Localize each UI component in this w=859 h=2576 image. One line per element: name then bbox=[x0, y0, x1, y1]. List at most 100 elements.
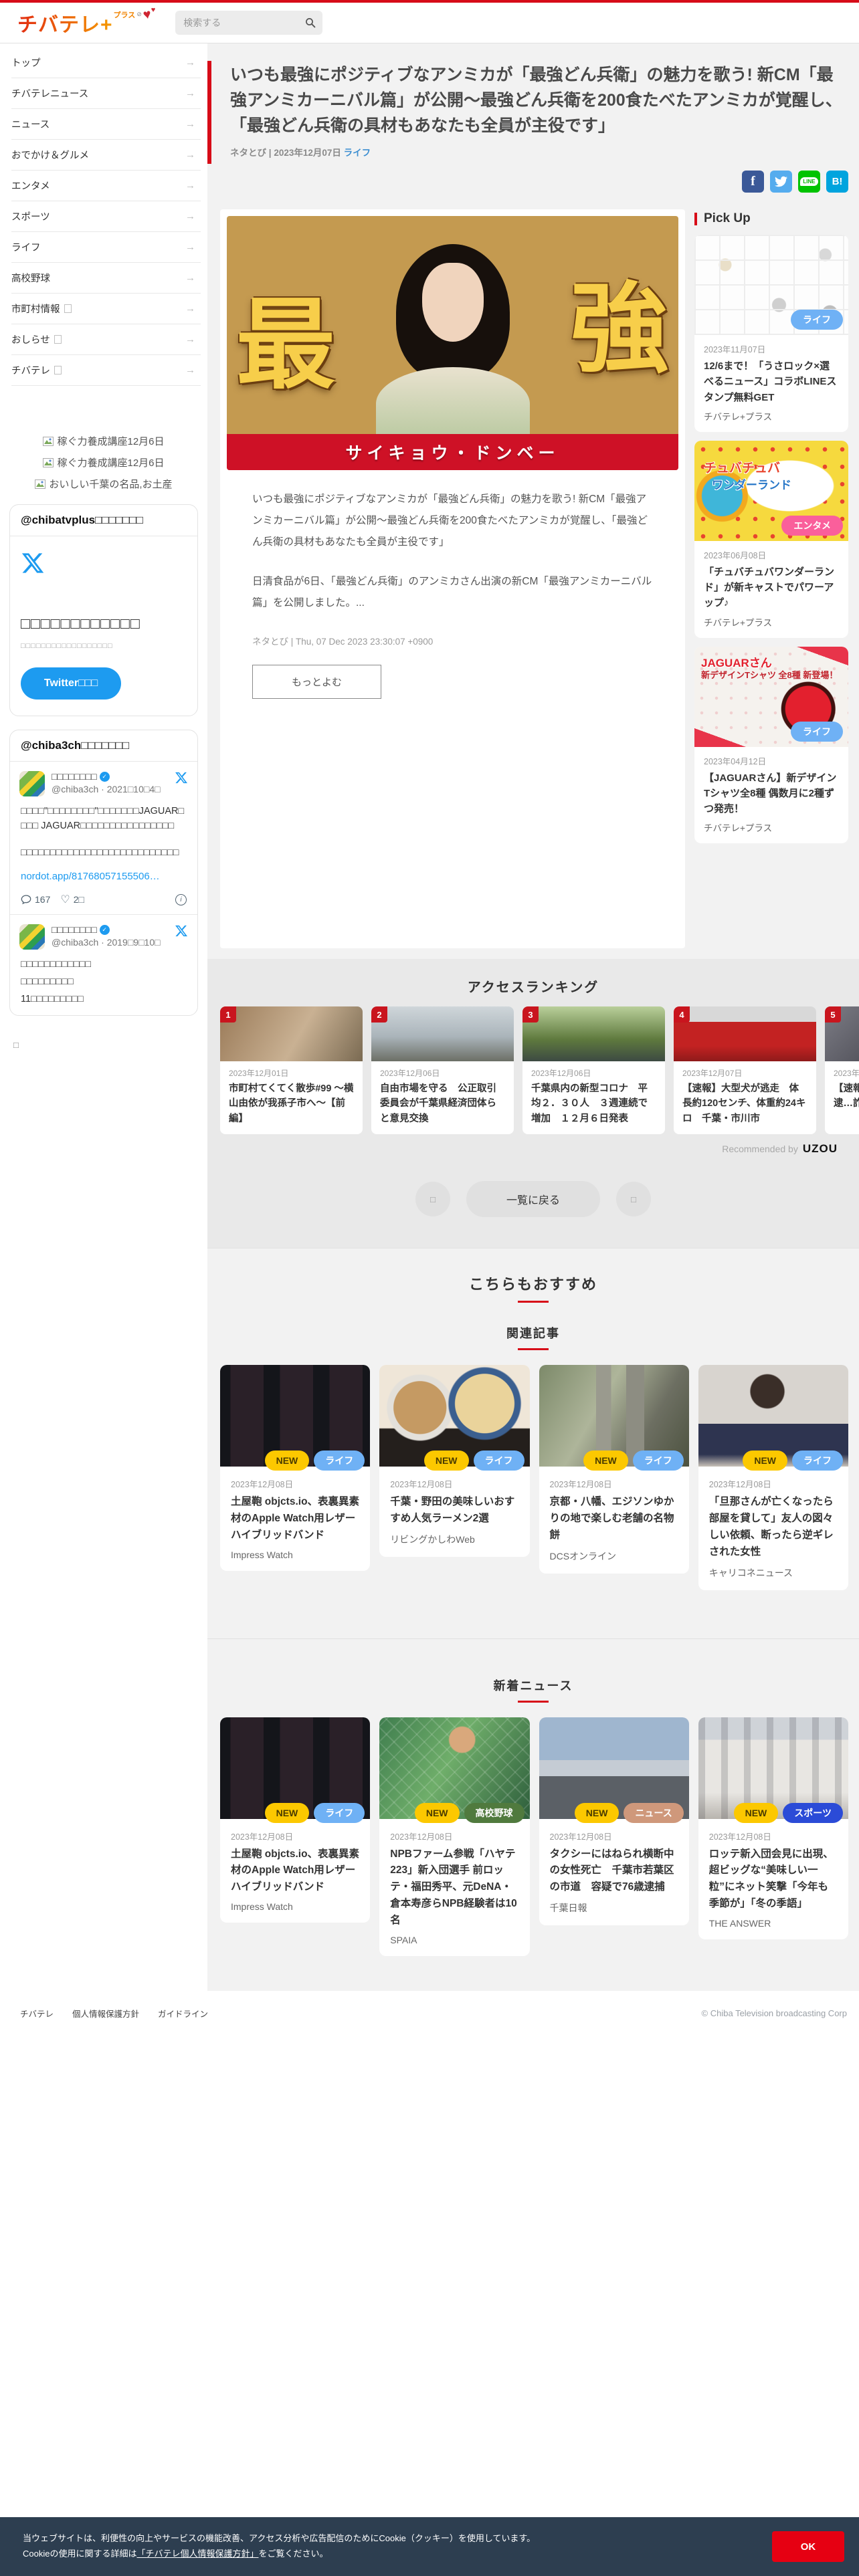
related-card[interactable]: NEW ライフ 2023年12月08日 京都・八幡、エジソンゆかりの地で楽しむ老舗… bbox=[539, 1365, 689, 1574]
category-badge: ニュース bbox=[624, 1802, 684, 1823]
hero-kanji-right: 強 bbox=[570, 276, 669, 385]
category-badge: ライフ bbox=[791, 310, 843, 330]
uzou-logo[interactable]: UZOU bbox=[803, 1142, 838, 1156]
sidebar-item-municipality-info[interactable]: 市町村情報 → bbox=[11, 294, 201, 324]
chevron-right-icon: → bbox=[185, 211, 195, 222]
search-input[interactable] bbox=[183, 17, 306, 28]
pager-next-button[interactable]: □ bbox=[616, 1182, 651, 1217]
byline-category-link[interactable]: ライフ bbox=[344, 148, 371, 158]
search-icon[interactable] bbox=[305, 17, 316, 28]
sidebar-item-highschool-baseball[interactable]: 高校野球 → bbox=[11, 263, 201, 294]
line-icon: LINE bbox=[800, 177, 818, 186]
pickup-image-jaguar-tshirt: JAGUARさん 新デザインTシャツ 全8種 新登場！ ライフ bbox=[694, 646, 848, 747]
like-icon[interactable]: ♡ bbox=[60, 893, 70, 906]
related-image-stone-monument: NEW ライフ bbox=[539, 1365, 689, 1471]
tweet[interactable]: □□□□□□□□ ✓ @chiba3ch · 2021□10□4□ □□□□"□□… bbox=[10, 762, 197, 916]
tweet-meta: @chiba3ch · 2021□10□4□ bbox=[52, 784, 161, 794]
sidebar-item-top[interactable]: トップ → bbox=[11, 47, 201, 78]
cookie-consent-bar: 当ウェブサイトは、利便性の向上やサービスの機能改善、アクセス分析や広告配信のため… bbox=[0, 2517, 859, 2576]
reply-icon[interactable] bbox=[21, 894, 31, 905]
cookie-ok-button[interactable]: OK bbox=[772, 2531, 844, 2562]
twitter-widget-heading: □□□□□□□□□□□□ bbox=[21, 615, 140, 632]
access-ranking-section: アクセスランキング 1 2023年12月01日 市町村てくてく散歩#99 ～横山… bbox=[207, 959, 859, 1249]
card-date: 2023年12月08日 bbox=[708, 1832, 771, 1842]
card-source: Impress Watch bbox=[231, 1901, 293, 1912]
footer-link-chibatele[interactable]: チバテレ bbox=[20, 2007, 54, 2020]
related-image-apple-watch: NEW ライフ bbox=[220, 1365, 371, 1471]
ranking-card[interactable]: 2 2023年12月06日 自由市場を守る 公正取引委員会が千葉県経済団体らと意… bbox=[371, 1006, 514, 1135]
sidebar-item-entame[interactable]: エンタメ → bbox=[11, 171, 201, 201]
category-badge: 高校野球 bbox=[464, 1802, 524, 1823]
related-card[interactable]: NEW ライフ 2023年12月08日 土屋鞄 objcts.io、表裏異素材のA… bbox=[220, 1365, 371, 1571]
card-title: 土屋鞄 objcts.io、表裏異素材のApple Watch用レザーハイブリッ… bbox=[231, 1496, 360, 1541]
news-card[interactable]: NEW 高校野球 2023年12月08日 NPBファーム参戦「ハヤテ223」新入団… bbox=[379, 1717, 530, 1956]
pickup-card[interactable]: JAGUARさん 新デザインTシャツ 全8種 新登場！ ライフ 2023年04月… bbox=[694, 646, 848, 844]
x-logo-icon[interactable] bbox=[175, 771, 188, 784]
red-underline bbox=[518, 1348, 549, 1351]
banner-link[interactable]: 稼ぐ力養成講座12月6日 bbox=[0, 455, 207, 469]
x-logo-icon[interactable] bbox=[175, 924, 188, 938]
info-icon[interactable]: i bbox=[175, 893, 187, 905]
article-hero-image: 最 強 サイキョウ・ドンベー bbox=[227, 216, 678, 470]
tweet-link[interactable]: nordot.app/81768057155506… bbox=[21, 871, 187, 882]
cookie-privacy-link[interactable]: 「チバテレ個人情報保護方針」 bbox=[136, 2549, 258, 2559]
tweet-text: □□□□□□□□□□□□ bbox=[21, 959, 92, 970]
tweet[interactable]: □□□□□□□□ ✓ @chiba3ch · 2019□9□10□ □□□□□□□… bbox=[10, 915, 197, 1014]
banner-link[interactable]: 稼ぐ力養成講座12月6日 bbox=[0, 434, 207, 448]
sidebar-item-odekake-gourmet[interactable]: おでかけ＆グルメ → bbox=[11, 140, 201, 171]
banner-link[interactable]: おいしい千葉の名品,お土産 bbox=[0, 477, 207, 491]
sidebar-item-oshirase[interactable]: おしらせ → bbox=[11, 324, 201, 355]
new-badge: NEW bbox=[574, 1802, 619, 1823]
hatena-share-button[interactable]: B! bbox=[826, 171, 848, 193]
news-card[interactable]: NEW ライフ 2023年12月08日 土屋鞄 objcts.io、表裏異素材のA… bbox=[220, 1717, 371, 1923]
news-card[interactable]: NEW スポーツ 2023年12月08日 ロッテ新入団会見に出現、超ビッグな“美味… bbox=[698, 1717, 848, 1939]
pickup-title: Pick Up bbox=[704, 211, 751, 225]
sidebar-item-life[interactable]: ライフ → bbox=[11, 232, 201, 263]
footer-link-guideline[interactable]: ガイドライン bbox=[158, 2007, 208, 2020]
sidebar-item-chibatele[interactable]: チバテレ → bbox=[11, 355, 201, 386]
ranking-card[interactable]: 4 2023年12月07日 【速報】大型犬が逃走 体長約120センチ、体重約24… bbox=[674, 1006, 816, 1135]
ranking-card[interactable]: 5 2023年12月06日 【速報】千葉…社の職員を逮…詐取容疑、工… bbox=[825, 1006, 859, 1135]
avatar bbox=[19, 771, 45, 796]
card-date: 2023年12月08日 bbox=[390, 1832, 453, 1842]
new-news-row: NEW ライフ 2023年12月08日 土屋鞄 objcts.io、表裏異素材のA… bbox=[220, 1717, 848, 1956]
pickup-image-line-stamps: ライフ bbox=[694, 235, 848, 335]
related-card[interactable]: NEW ライフ 2023年12月08日 「旦那さんが亡くなったら部屋を貸して」友人… bbox=[698, 1365, 848, 1590]
red-underline bbox=[518, 1700, 549, 1703]
article-byline: ネタとび | 2023年12月07日 ライフ bbox=[230, 148, 371, 158]
new-badge: NEW bbox=[733, 1802, 779, 1823]
line-share-button[interactable]: LINE bbox=[798, 171, 820, 193]
hero-figure-face bbox=[421, 263, 484, 342]
pickup-card-title: 【JAGUARさん】新デザインTシャツ全8種 偶数月に2種ずつ発売！ bbox=[704, 772, 837, 815]
read-more-button[interactable]: もっとよむ bbox=[252, 664, 382, 699]
card-title: 「旦那さんが亡くなったら部屋を貸して」友人の図々しい依頼、断ったら逆ギレされた女… bbox=[708, 1496, 834, 1558]
pager-prev-button[interactable]: □ bbox=[415, 1182, 450, 1217]
footer-link-privacy[interactable]: 個人情報保護方針 bbox=[72, 2007, 139, 2020]
category-badge: ライフ bbox=[791, 721, 843, 742]
sidebar-item-chibatele-news[interactable]: チバテレニュース → bbox=[11, 78, 201, 109]
sidebar-item-sports[interactable]: スポーツ → bbox=[11, 201, 201, 232]
site-logo[interactable]: チバテレ+ プラス ⊘ ♥♥ bbox=[17, 7, 155, 37]
pickup-card[interactable]: チュバチュバ ワンダーランド エンタメ 2023年06月08日 「チュバチュバワ… bbox=[694, 440, 848, 638]
verified-badge-icon: ✓ bbox=[99, 771, 110, 782]
related-card[interactable]: NEW ライフ 2023年12月08日 千葉・野田の美味しいおすすめ人気ラーメン2… bbox=[379, 1365, 530, 1557]
section-title-related: 関連記事 bbox=[506, 1327, 560, 1341]
pickup-source: チバテレ+プラス bbox=[704, 617, 773, 628]
facebook-share-button[interactable]: f bbox=[742, 171, 764, 193]
ranking-title: アクセスランキング bbox=[467, 980, 599, 995]
twitter-share-button[interactable] bbox=[770, 171, 792, 193]
news-card[interactable]: NEW ニュース 2023年12月08日 タクシーにはねられ横断中の女性死亡 千葉… bbox=[539, 1717, 689, 1925]
logo-subtext: プラス bbox=[113, 11, 136, 19]
twitter-bird-icon bbox=[775, 176, 787, 187]
rank-number-badge: 1 bbox=[220, 1006, 236, 1023]
ranking-card[interactable]: 3 2023年12月06日 千葉県内の新型コロナ 平均２．３０人 ３週連続で増加… bbox=[522, 1006, 665, 1135]
ranking-image-horse-walk bbox=[220, 1006, 363, 1061]
chevron-right-icon: → bbox=[185, 180, 195, 191]
pickup-card[interactable]: ライフ 2023年11月07日 12/6まで！「うさロック×選べるニュース」コラ… bbox=[694, 235, 848, 432]
site-header: チバテレ+ プラス ⊘ ♥♥ bbox=[0, 3, 859, 43]
back-to-list-button[interactable]: 一覧に戻る bbox=[466, 1181, 600, 1218]
related-articles-row: NEW ライフ 2023年12月08日 土屋鞄 objcts.io、表裏異素材のA… bbox=[220, 1365, 848, 1590]
sidebar-item-news[interactable]: ニュース → bbox=[11, 109, 201, 140]
ranking-card[interactable]: 1 2023年12月01日 市町村てくてく散歩#99 ～横山由依が我孫子市へ～【… bbox=[220, 1006, 363, 1135]
twitter-view-button[interactable]: Twitter□□□ bbox=[21, 667, 121, 700]
